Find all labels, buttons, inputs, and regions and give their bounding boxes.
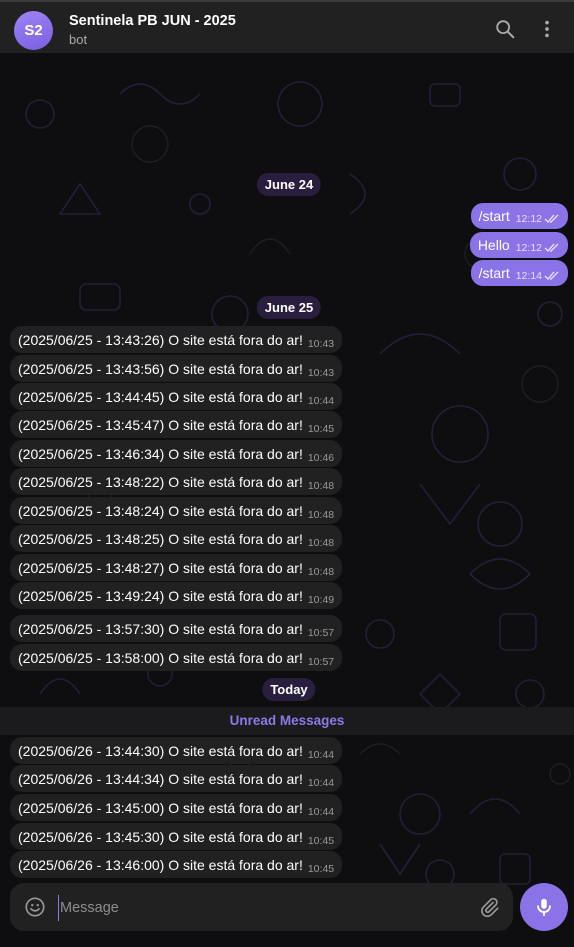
unread-messages-separator: Unread Messages xyxy=(0,707,574,735)
outgoing-message[interactable]: /start 12:14 xyxy=(470,260,568,286)
microphone-icon xyxy=(537,898,551,917)
emoji-icon[interactable] xyxy=(24,896,46,918)
message-time: 12:12 xyxy=(515,242,542,254)
message-time: 12:14 xyxy=(515,270,542,282)
message-text: /start xyxy=(478,265,510,281)
message-text: (2025/06/26 - 13:45:00) O site está fora… xyxy=(18,799,303,816)
incoming-message[interactable]: (2025/06/25 - 13:45:47) O site está fora… xyxy=(10,411,343,438)
message-time: 12:12 xyxy=(515,213,542,225)
incoming-message[interactable]: (2025/06/26 - 13:46:00) O site está fora… xyxy=(10,851,343,878)
voice-record-button[interactable] xyxy=(520,883,568,931)
date-separator-june25: June 25 xyxy=(256,296,322,319)
message-text: (2025/06/25 - 13:57:30) O site está fora… xyxy=(18,620,303,637)
message-text: (2025/06/26 - 13:44:34) O site está fora… xyxy=(18,770,303,787)
message-time: 10:45 xyxy=(307,834,335,847)
message-text: Hello xyxy=(477,237,510,253)
message-composer xyxy=(10,883,513,931)
message-time: 10:48 xyxy=(307,479,335,492)
read-checkmarks-icon xyxy=(544,243,559,253)
date-separator-june24: June 24 xyxy=(256,173,322,196)
attach-icon[interactable] xyxy=(478,896,500,918)
incoming-message[interactable]: (2025/06/25 - 13:48:27) O site está fora… xyxy=(10,554,343,581)
message-text: (2025/06/26 - 13:46:00) O site está fora… xyxy=(18,856,303,873)
message-text: (2025/06/25 - 13:43:26) O site está fora… xyxy=(18,331,303,348)
date-separator-today: Today xyxy=(262,678,316,701)
message-time: 10:44 xyxy=(307,748,335,761)
more-options-icon[interactable] xyxy=(536,18,558,40)
message-time: 10:44 xyxy=(307,805,335,818)
incoming-message[interactable]: (2025/06/25 - 13:43:26) O site está fora… xyxy=(10,326,343,353)
chat-header: S2 Sentinela PB JUN - 2025 bot xyxy=(0,0,574,53)
message-text: (2025/06/25 - 13:48:24) O site está fora… xyxy=(18,502,303,519)
message-time: 10:45 xyxy=(307,862,335,875)
message-text: (2025/06/25 - 13:49:24) O site está fora… xyxy=(18,587,303,604)
message-time: 10:49 xyxy=(307,593,335,606)
chat-avatar[interactable]: S2 xyxy=(14,11,53,50)
incoming-message[interactable]: (2025/06/25 - 13:46:34) O site está fora… xyxy=(10,440,343,467)
incoming-message[interactable]: (2025/06/25 - 13:43:56) O site está fora… xyxy=(10,355,343,382)
message-time: 10:43 xyxy=(307,366,335,379)
message-text: (2025/06/25 - 13:48:27) O site está fora… xyxy=(18,559,303,576)
incoming-message[interactable]: (2025/06/25 - 13:58:00) O site está fora… xyxy=(10,644,343,671)
message-text: (2025/06/26 - 13:44:30) O site está fora… xyxy=(18,742,303,759)
outgoing-message[interactable]: Hello 12:12 xyxy=(469,232,568,258)
message-text: (2025/06/25 - 13:48:22) O site está fora… xyxy=(18,473,303,490)
message-text: (2025/06/25 - 13:48:25) O site está fora… xyxy=(18,530,303,547)
incoming-message[interactable]: (2025/06/25 - 13:57:30) O site está fora… xyxy=(10,615,343,642)
message-text: (2025/06/25 - 13:58:00) O site está fora… xyxy=(18,649,303,666)
message-time: 10:44 xyxy=(307,776,335,789)
message-time: 10:48 xyxy=(307,565,335,578)
message-time: 10:57 xyxy=(307,626,335,639)
message-time: 10:57 xyxy=(307,655,335,668)
message-time: 10:48 xyxy=(307,536,335,549)
incoming-message[interactable]: (2025/06/25 - 13:48:22) O site está fora… xyxy=(10,468,343,495)
read-checkmarks-icon xyxy=(544,214,559,224)
outgoing-message[interactable]: /start 12:12 xyxy=(470,203,568,229)
incoming-message[interactable]: (2025/06/25 - 13:48:25) O site está fora… xyxy=(10,525,343,552)
message-time: 10:43 xyxy=(307,337,335,350)
message-input[interactable] xyxy=(58,895,462,921)
message-text: (2025/06/25 - 13:46:34) O site está fora… xyxy=(18,445,303,462)
message-text: /start xyxy=(478,208,510,224)
message-text: (2025/06/25 - 13:45:47) O site está fora… xyxy=(18,416,303,433)
read-checkmarks-icon xyxy=(544,271,559,281)
message-text: (2025/06/26 - 13:45:30) O site está fora… xyxy=(18,828,303,845)
chat-title[interactable]: Sentinela PB JUN - 2025 xyxy=(69,13,236,29)
incoming-message[interactable]: (2025/06/26 - 13:45:30) O site está fora… xyxy=(10,823,343,850)
incoming-message[interactable]: (2025/06/25 - 13:49:24) O site está fora… xyxy=(10,582,343,609)
message-time: 10:48 xyxy=(307,508,335,521)
message-text: (2025/06/25 - 13:43:56) O site está fora… xyxy=(18,360,303,377)
incoming-message[interactable]: (2025/06/26 - 13:45:00) O site está fora… xyxy=(10,794,343,821)
chat-subtitle: bot xyxy=(69,32,88,47)
message-time: 10:46 xyxy=(307,451,335,464)
message-text: (2025/06/25 - 13:44:45) O site está fora… xyxy=(18,388,303,405)
incoming-message[interactable]: (2025/06/25 - 13:48:24) O site está fora… xyxy=(10,497,343,524)
message-time: 10:44 xyxy=(307,394,335,407)
message-time: 10:45 xyxy=(307,422,335,435)
incoming-message[interactable]: (2025/06/26 - 13:44:30) O site está fora… xyxy=(10,737,343,764)
search-icon[interactable] xyxy=(494,18,516,40)
incoming-message[interactable]: (2025/06/26 - 13:44:34) O site está fora… xyxy=(10,765,343,792)
incoming-message[interactable]: (2025/06/25 - 13:44:45) O site está fora… xyxy=(10,383,343,410)
